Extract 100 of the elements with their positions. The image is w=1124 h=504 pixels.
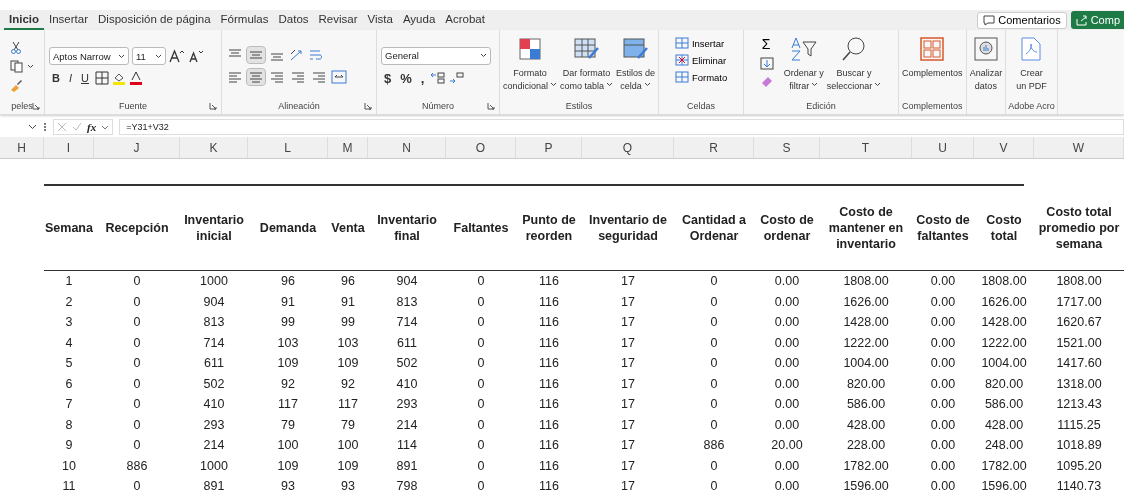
column-header[interactable]: S bbox=[754, 137, 820, 158]
text-style-button[interactable]: U bbox=[78, 72, 92, 84]
ribbon-button[interactable]: Complementos bbox=[901, 36, 964, 79]
ribbon-button[interactable]: Buscar y seleccionar bbox=[825, 36, 883, 92]
ribbon-tab[interactable]: Revisar bbox=[313, 10, 363, 30]
column-header[interactable]: H bbox=[0, 137, 44, 158]
table-cell-text: 92 bbox=[280, 375, 296, 393]
column-header[interactable]: N bbox=[368, 137, 446, 158]
increase-decimal-icon[interactable] bbox=[430, 71, 447, 85]
dialog-launcher-icon[interactable] bbox=[32, 102, 40, 110]
fill-color-icon[interactable] bbox=[111, 71, 126, 85]
horizontal-align-icon[interactable] bbox=[226, 69, 244, 85]
ribbon-button[interactable]: Formato condicional bbox=[502, 36, 559, 92]
column-header[interactable]: M bbox=[328, 137, 368, 158]
ribbon-tab[interactable]: Datos bbox=[273, 10, 314, 30]
column-header[interactable]: I bbox=[44, 137, 94, 158]
table-cell-text: 117 bbox=[277, 396, 299, 414]
ribbon-tab[interactable]: Insertar bbox=[44, 10, 94, 30]
table-cell-text: 0 bbox=[476, 416, 486, 434]
cells-menu-button[interactable]: Formato bbox=[672, 70, 730, 84]
ribbon-tab[interactable]: Disposición de página bbox=[93, 10, 216, 30]
table-cell-text: 0 bbox=[132, 437, 142, 455]
caret-icon[interactable] bbox=[480, 53, 487, 58]
fill-down-icon[interactable] bbox=[759, 57, 774, 70]
text-orientation-icon[interactable] bbox=[289, 48, 305, 62]
table-cell-text: 428.00 bbox=[983, 416, 1025, 434]
ribbon-button[interactable]: Estilos de celda bbox=[615, 36, 657, 92]
font-color-icon[interactable] bbox=[128, 71, 143, 85]
column-header[interactable]: W bbox=[1034, 137, 1124, 158]
table-cell-text: 586.00 bbox=[983, 396, 1025, 414]
dialog-launcher-icon[interactable] bbox=[209, 102, 217, 110]
more-icon[interactable] bbox=[43, 122, 47, 132]
dialog-launcher-icon[interactable] bbox=[487, 102, 495, 110]
ribbon-tab[interactable]: Fórmulas bbox=[215, 10, 274, 30]
share-button[interactable]: Comp bbox=[1070, 11, 1124, 29]
column-header[interactable]: J bbox=[94, 137, 180, 158]
ribbon-button[interactable]: Ordenar y filtrar bbox=[782, 36, 825, 92]
column-header[interactable]: K bbox=[180, 137, 248, 158]
table-cell-text: 1000 bbox=[199, 273, 229, 291]
table-cell-text: 891 bbox=[395, 457, 419, 475]
table-cell-text: 17 bbox=[620, 478, 636, 496]
horizontal-align-icon[interactable] bbox=[310, 69, 328, 85]
font-name-dropdown[interactable]: Aptos Narrow bbox=[49, 47, 129, 65]
group-title: Edición bbox=[806, 101, 836, 111]
cells-menu-button[interactable]: Insertar bbox=[672, 36, 730, 50]
ribbon-tab[interactable]: Vista bbox=[362, 10, 398, 30]
caret-icon[interactable] bbox=[27, 63, 34, 69]
caret-icon[interactable] bbox=[118, 53, 125, 59]
merge-cells-icon[interactable] bbox=[331, 70, 347, 84]
table-cell-text: 1095.20 bbox=[1055, 457, 1103, 475]
caret-icon[interactable] bbox=[28, 124, 37, 130]
ribbon-tab[interactable]: Ayuda bbox=[397, 10, 441, 30]
horizontal-align-icon[interactable] bbox=[268, 69, 286, 85]
caret-icon[interactable] bbox=[155, 53, 162, 59]
column-header[interactable]: L bbox=[248, 137, 328, 158]
number-style-button[interactable]: $ bbox=[381, 70, 395, 86]
column-header[interactable]: V bbox=[974, 137, 1034, 158]
caret-icon[interactable] bbox=[643, 81, 651, 87]
column-header[interactable]: U bbox=[912, 137, 974, 158]
cells-menu-button[interactable]: Eliminar bbox=[672, 53, 730, 67]
table-cell-text: 1521.00 bbox=[1055, 334, 1103, 352]
decrease-font-icon[interactable] bbox=[188, 49, 204, 63]
column-header[interactable]: O bbox=[446, 137, 516, 158]
column-header[interactable]: R bbox=[674, 137, 754, 158]
number-format-dropdown[interactable]: General bbox=[381, 46, 491, 65]
column-header[interactable]: T bbox=[820, 137, 912, 158]
column-header[interactable]: Q bbox=[582, 137, 674, 158]
copy-icon[interactable] bbox=[10, 59, 23, 73]
horizontal-align-icon[interactable] bbox=[289, 69, 307, 85]
ribbon-button[interactable]: Crear un PDF bbox=[1015, 36, 1048, 92]
caret-icon[interactable] bbox=[811, 81, 819, 87]
number-style-button[interactable]: % bbox=[397, 70, 415, 86]
formula-field[interactable]: =Y31+V32 bbox=[119, 119, 1124, 135]
table-cell-text: 1717.00 bbox=[1055, 293, 1103, 311]
table-cell-text: 2 bbox=[64, 293, 74, 311]
caret-icon[interactable] bbox=[874, 81, 882, 87]
text-style-button[interactable]: I bbox=[65, 72, 75, 84]
table-cell-text: 428.00 bbox=[845, 416, 887, 434]
font-size-dropdown[interactable]: 11 bbox=[132, 47, 166, 65]
increase-font-icon[interactable] bbox=[169, 49, 185, 63]
column-heading: Punto de reorden bbox=[516, 186, 582, 271]
caret-icon[interactable] bbox=[101, 124, 110, 130]
column-header[interactable]: P bbox=[516, 137, 582, 158]
caret-icon[interactable] bbox=[550, 81, 558, 87]
insert-function-button[interactable]: fx bbox=[87, 121, 97, 133]
table-cell-text: 891 bbox=[202, 478, 226, 496]
table-cell-text: 10 bbox=[61, 457, 77, 475]
ribbon-tab[interactable]: Acrobat bbox=[440, 10, 490, 30]
ribbon-button[interactable]: Analizar datos bbox=[968, 36, 1004, 92]
autosum-button[interactable]: Σ bbox=[759, 36, 773, 52]
dialog-launcher-icon[interactable] bbox=[364, 102, 372, 110]
text-style-button[interactable]: B bbox=[49, 72, 63, 84]
comments-button[interactable]: Comentarios bbox=[977, 11, 1067, 29]
table-cell-text: 17 bbox=[620, 416, 636, 434]
ribbon-button[interactable]: Dar formato como tabla bbox=[559, 36, 615, 92]
decrease-decimal-icon[interactable] bbox=[449, 71, 466, 85]
borders-icon[interactable] bbox=[94, 71, 109, 85]
number-style-button[interactable]: , bbox=[417, 70, 428, 86]
scissors-icon[interactable] bbox=[10, 40, 22, 54]
caret-icon[interactable] bbox=[606, 81, 614, 87]
